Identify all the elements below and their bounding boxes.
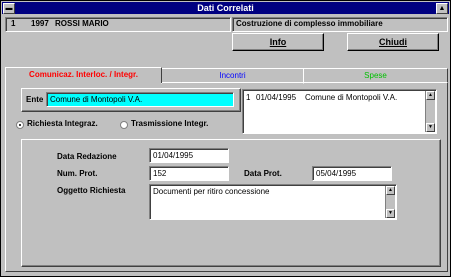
window-title: Dati Correlati	[197, 3, 254, 13]
scroll-down-icon[interactable]: ▼	[386, 209, 395, 218]
list-item-number: 1	[246, 93, 251, 102]
oggetto-scrollbar[interactable]: ▲ ▼	[385, 186, 395, 218]
tab-comunicazioni-label: Comunicaz. Interloc. / Integr.	[29, 70, 138, 79]
ente-list-scrollbar[interactable]: ▲ ▼	[425, 91, 435, 132]
dati-correlati-window: ▬ Dati Correlati ▲ 1 1997 ROSSI MARIO Co…	[0, 0, 451, 277]
info-button[interactable]: Info	[232, 33, 324, 51]
list-item-date: 01/04/1995	[256, 93, 297, 102]
data-prot-input[interactable]: 05/04/1995	[312, 166, 392, 181]
ente-group: Ente Comune di Montopoli V.A.	[21, 88, 241, 112]
data-prot-label: Data Prot.	[244, 169, 282, 178]
list-item-name: Comune di Montopoli V.A.	[305, 93, 398, 102]
project-description: Costruzione di complesso immobiliare	[232, 17, 448, 32]
radio-trasmissione-label: Trasmissione Integr.	[131, 119, 209, 128]
tab-comunicazioni[interactable]: Comunicaz. Interloc. / Integr.	[5, 67, 162, 83]
record-name: ROSSI MARIO	[55, 19, 109, 28]
radio-richiesta-label: Richiesta Integraz.	[27, 119, 98, 128]
num-prot-label: Num. Prot.	[57, 169, 98, 178]
radio-richiesta[interactable]	[16, 121, 24, 129]
scroll-up-icon[interactable]: ▲	[426, 91, 435, 100]
data-redazione-label: Data Redazione	[57, 152, 117, 161]
chiudi-button[interactable]: Chiudi	[347, 33, 439, 51]
record-header: 1 1997 ROSSI MARIO	[5, 17, 231, 32]
detail-group: Data Redazione 01/04/1995 Num. Prot. 152…	[21, 139, 441, 267]
num-prot-input[interactable]: 152	[149, 166, 229, 181]
scroll-down-icon[interactable]: ▼	[426, 123, 435, 132]
record-id: 1	[11, 19, 16, 28]
title-bar: ▬ Dati Correlati ▲	[2, 2, 449, 14]
maximize-icon[interactable]: ▲	[436, 3, 448, 14]
ente-label: Ente	[26, 95, 44, 104]
scroll-up-icon[interactable]: ▲	[386, 186, 395, 195]
record-year: 1997	[31, 19, 49, 28]
tab-panel: Ente Comune di Montopoli V.A. 1 01/04/19…	[5, 82, 448, 272]
tab-spese-label: Spese	[364, 71, 387, 80]
radio-trasmissione[interactable]	[120, 121, 128, 129]
oggetto-richiesta-label: Oggetto Richiesta	[57, 186, 126, 195]
ente-input[interactable]: Comune di Montopoli V.A.	[46, 92, 234, 107]
oggetto-richiesta-textarea[interactable]: Documenti per ritiro concessione ▲ ▼	[149, 184, 397, 220]
tab-incontri-label: Incontri	[219, 71, 246, 80]
data-redazione-input[interactable]: 01/04/1995	[149, 148, 229, 163]
ente-list[interactable]: 1 01/04/1995 Comune di Montopoli V.A. ▲ …	[242, 89, 437, 134]
